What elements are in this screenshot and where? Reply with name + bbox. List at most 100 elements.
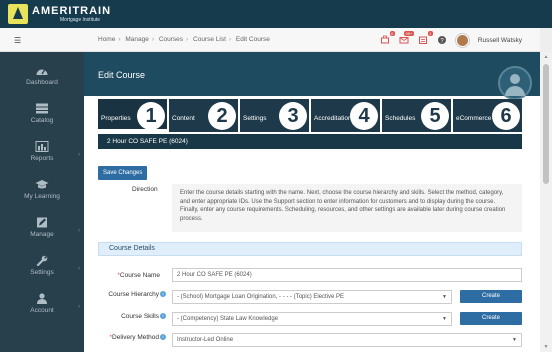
create-hierarchy-button[interactable]: Create — [460, 290, 522, 303]
direction-text: Enter the course details starting with t… — [172, 184, 522, 232]
course-name-banner: 2 Hour CO SAFE PE (6024) — [98, 134, 522, 149]
step-label: Properties — [101, 115, 131, 122]
info-icon[interactable]: i — [160, 291, 166, 297]
wrench-icon — [35, 255, 49, 267]
cart-badge: 0 — [389, 31, 395, 36]
catalog-icon — [35, 103, 49, 114]
page-scrollbar[interactable]: ▲ ▼ — [540, 52, 552, 352]
course-skills-value: - (Competency) State Law Knowledge — [177, 316, 279, 322]
delivery-method-select[interactable]: Instructor-Led Online ▼ — [172, 333, 522, 347]
sidebar-item-my-learning[interactable]: My Learning — [0, 176, 84, 214]
sidebar-item-label: Settings — [30, 269, 54, 276]
wizard-steps: Properties 1 Content 2 Settings 3 Accred… — [98, 99, 522, 132]
sidebar-item-label: Manage — [30, 231, 54, 238]
alerts-badge: 1 — [427, 31, 433, 36]
course-name-label-text: Course Name — [119, 272, 160, 279]
sidebar-item-manage[interactable]: Manage › — [0, 214, 84, 252]
breadcrumb-courses[interactable]: Courses — [159, 36, 183, 43]
step-accreditation[interactable]: Accreditation 4 — [311, 99, 380, 132]
course-hierarchy-label-text: Course Hierarchy — [108, 291, 159, 298]
sidebar-item-label: Catalog — [30, 117, 54, 124]
sidebar-item-catalog[interactable]: Catalog — [0, 100, 84, 138]
sidebar-item-dashboard[interactable]: Dashboard — [0, 62, 84, 100]
step-schedules[interactable]: Schedules 5 — [382, 99, 451, 132]
delivery-method-label-text: Delivery Method — [112, 334, 159, 341]
create-skill-button[interactable]: Create — [460, 312, 522, 325]
brand-name: AMERITRAIN — [32, 5, 112, 17]
sidebar-item-account[interactable]: Account › — [0, 290, 84, 328]
brand-bar: AMERITRAIN Mortgage Institute — [0, 0, 552, 28]
top-icon-group: 0 99+ 1 ? Russell Watsky — [380, 31, 522, 47]
breadcrumb-manage[interactable]: Manage — [125, 36, 149, 43]
bar-chart-icon — [35, 141, 49, 152]
course-skills-label: Course Skills i — [116, 313, 166, 320]
top-navigation-bar: ☰ Home › Manage › Courses › Course List › Ed… — [0, 28, 552, 52]
main-content: Edit Course Properties 1 Content 2 Setti… — [84, 52, 540, 352]
speedometer-icon — [35, 65, 49, 76]
course-hierarchy-select[interactable]: - (School) Mortgage Loan Origination, - … — [172, 290, 452, 304]
graduation-cap-icon — [35, 179, 49, 190]
delivery-method-label: *Delivery Method i — [104, 334, 166, 341]
user-avatar[interactable] — [455, 33, 469, 47]
user-icon — [35, 293, 49, 304]
step-number: 1 — [137, 102, 165, 129]
delivery-method-value: Instructor-Led Online — [177, 337, 234, 343]
course-details-section-header[interactable]: Course Details — [98, 242, 522, 256]
menu-toggle-icon[interactable]: ☰ — [14, 36, 21, 45]
sidebar-item-reports[interactable]: Reports › — [0, 138, 84, 176]
chevron-down-icon: ▼ — [442, 316, 447, 322]
course-skills-label-text: Course Skills — [121, 313, 159, 320]
chevron-down-icon: ▼ — [442, 294, 447, 300]
step-label: Schedules — [385, 115, 416, 122]
messages-icon[interactable]: 99+ — [399, 31, 414, 45]
ameritrain-logo[interactable]: AMERITRAIN Mortgage Institute — [8, 4, 128, 24]
brand-tagline: Mortgage Institute — [60, 17, 101, 23]
breadcrumb-home[interactable]: Home — [98, 36, 115, 43]
sidebar-item-label: Dashboard — [26, 79, 58, 86]
chevron-right-icon: › — [78, 266, 80, 272]
step-number: 5 — [421, 102, 449, 130]
step-content[interactable]: Content 2 — [169, 99, 238, 132]
chevron-right-icon: › — [78, 304, 80, 310]
page-header: Edit Course — [84, 52, 540, 100]
messages-badge: 99+ — [404, 31, 414, 36]
help-icon[interactable]: ? — [437, 35, 447, 45]
step-number: 4 — [350, 102, 378, 130]
course-name-label: *Course Name — [112, 272, 160, 279]
sidebar-item-settings[interactable]: Settings › — [0, 252, 84, 290]
top-scroll-track — [540, 28, 552, 52]
user-name[interactable]: Russell Watsky — [478, 37, 522, 44]
scrollbar-thumb[interactable] — [543, 64, 549, 184]
breadcrumb-edit-course: Edit Course — [235, 36, 270, 43]
step-label: Accreditation — [314, 115, 352, 122]
sidebar-item-label: Reports — [30, 155, 54, 162]
chevron-right-icon: › — [78, 152, 80, 158]
save-changes-button[interactable]: Save Changes — [98, 166, 148, 180]
step-label: Content — [172, 115, 195, 122]
step-label: eCommerce — [456, 115, 492, 122]
breadcrumb-course-list[interactable]: Course List — [193, 36, 226, 43]
chevron-right-icon: › — [78, 228, 80, 234]
direction-label: Direction — [132, 186, 158, 193]
step-number: 3 — [279, 102, 307, 130]
info-icon[interactable]: i — [160, 334, 166, 340]
step-label: Settings — [243, 115, 267, 122]
sidebar-item-label: Account — [30, 307, 54, 314]
scroll-up-icon[interactable]: ▲ — [540, 54, 552, 60]
step-properties[interactable]: Properties 1 — [98, 99, 167, 132]
sidebar: Dashboard Catalog Reports › My Learning … — [0, 52, 84, 352]
course-skills-select[interactable]: - (Competency) State Law Knowledge ▼ — [172, 312, 452, 326]
edit-icon — [35, 217, 49, 228]
info-icon[interactable]: i — [160, 313, 166, 319]
course-name-input[interactable]: 2 Hour CO SAFE PE (6024) — [172, 268, 522, 282]
step-settings[interactable]: Settings 3 — [240, 99, 309, 132]
cart-icon[interactable]: 0 — [380, 31, 395, 45]
scroll-down-icon[interactable]: ▼ — [540, 344, 552, 350]
logo-mark-icon — [8, 4, 28, 24]
course-hierarchy-value: - (School) Mortgage Loan Origination, - … — [177, 294, 345, 300]
chevron-down-icon: ▼ — [512, 337, 517, 343]
step-ecommerce[interactable]: eCommerce 6 — [453, 99, 522, 132]
course-hierarchy-label: Course Hierarchy i — [104, 291, 166, 298]
course-avatar-icon — [498, 66, 532, 100]
alerts-icon[interactable]: 1 — [418, 31, 433, 45]
